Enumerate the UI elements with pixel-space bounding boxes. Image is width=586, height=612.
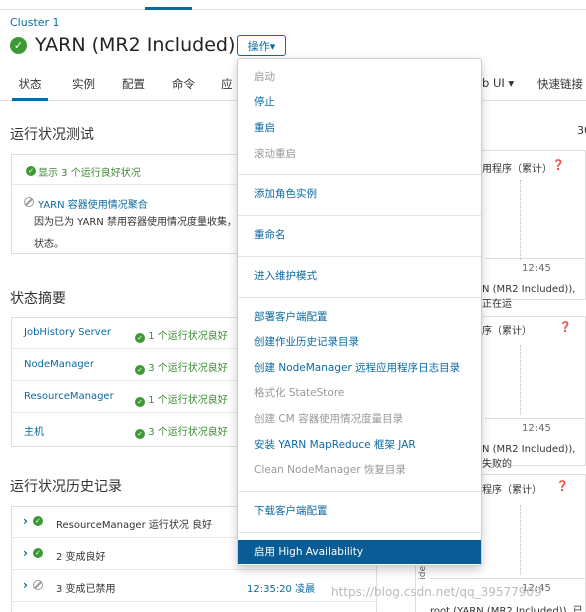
status-summary-heading: 状态摘要 [10, 291, 66, 307]
chart-gridline [520, 345, 521, 415]
check-icon: ✓ [26, 166, 36, 176]
menu-divider [238, 174, 481, 175]
top-nav-active-tab[interactable] [145, 0, 192, 10]
help-icon[interactable]: ❓ [556, 481, 568, 492]
check-icon: ✓ [135, 333, 145, 343]
history-text: 2 变成良好 [56, 552, 106, 563]
disabled-icon [33, 580, 43, 590]
history-row[interactable]: › 3 变成已禁用 12:35:20 凌晨 [11, 570, 377, 602]
actions-dropdown-menu: 启动 停止 重启 滚动重启 添加角色实例 重命名 进入维护模式 部署客户端配置 … [237, 58, 482, 566]
menu-divider [238, 532, 481, 533]
role-status-link[interactable]: ✓ 3 个运行状况良好 [135, 359, 228, 375]
good-health-icon: ✓ [10, 36, 27, 54]
role-status-link[interactable]: ✓ 3 个运行状况良好 [135, 423, 228, 439]
check-icon: ✓ [135, 365, 145, 375]
watermark: https://blog.csdn.net/qq_39577909 [331, 585, 542, 599]
time-range-label: 30 [577, 124, 586, 137]
role-status: 1 个运行状况良好 [148, 331, 228, 342]
chart-title: 程序（累计） [482, 485, 542, 496]
summary-row-hosts: 主机 ✓ 3 个运行状况良好 [11, 413, 237, 445]
check-icon: ✓ [33, 548, 43, 558]
service-title: ✓ YARN (MR2 Included) [10, 34, 235, 56]
menu-item-clean-nm-recovery: Clean NodeManager 恢复目录 [254, 464, 406, 476]
chart-gridline [520, 180, 521, 260]
role-link[interactable]: 主机 [24, 423, 44, 438]
menu-item-install-mr-jar[interactable]: 安装 YARN MapReduce 框架 JAR [238, 433, 481, 457]
disabled-description: 因为已为 YARN 禁用容器使用情况度量收集， [34, 217, 237, 228]
check-icon: ✓ [33, 516, 43, 526]
menu-item-enable-ha[interactable]: 启用 High Availability [238, 540, 481, 564]
chart-legend: N (MR2 Included)), 正在运 [482, 284, 576, 310]
disabled-description-end: 状态。 [34, 239, 64, 250]
container-usage-test-link[interactable]: YARN 容器使用情况聚合 [38, 196, 148, 211]
chart-time-tick: 12:45 [522, 423, 551, 434]
menu-divider [238, 297, 481, 298]
menu-item-restart[interactable]: 重启 [238, 116, 481, 140]
chart-axis [430, 578, 586, 579]
chart-y-label: ide [418, 566, 428, 580]
chart-legend: root (YARN (MR2 Included)), 已终 [430, 606, 583, 612]
tab-instances[interactable]: 实例 [72, 76, 95, 92]
chart-time-tick: 12:45 [522, 263, 551, 274]
menu-item-deploy-client-config[interactable]: 部署客户端配置 [238, 305, 481, 329]
menu-item-rename[interactable]: 重命名 [238, 223, 481, 247]
role-status: 3 个运行状况良好 [148, 427, 228, 438]
menu-item-start: 启动 [254, 71, 275, 83]
history-text: ResourceManager 运行状况 良好 [56, 520, 213, 531]
tab-status[interactable]: 状态 [12, 76, 48, 101]
menu-item-format-statestore: 格式化 StateStore [254, 387, 345, 399]
menu-item-stop[interactable]: 停止 [238, 90, 481, 114]
health-tests-heading: 运行状况测试 [10, 127, 94, 143]
role-status: 3 个运行状况良好 [148, 363, 228, 374]
summary-row-resourcemanager: ResourceManager ✓ 1 个运行状况良好 [11, 381, 237, 413]
summary-row-jobhistory: JobHistory Server ✓ 1 个运行状况良好 [11, 317, 237, 349]
check-icon: ✓ [135, 397, 145, 407]
menu-item-download-client-config[interactable]: 下载客户端配置 [238, 499, 481, 523]
role-link[interactable]: NodeManager [24, 359, 94, 370]
service-name: YARN (MR2 Included) [35, 34, 236, 56]
chart-axis [485, 418, 586, 419]
chevron-right-icon[interactable]: › [23, 514, 28, 528]
chevron-right-icon[interactable]: › [23, 578, 28, 592]
chart-axis [485, 258, 586, 259]
chevron-right-icon[interactable]: › [23, 546, 28, 560]
health-good-link[interactable]: 显示 3 个运行良好状况 [38, 164, 141, 179]
help-icon[interactable]: ❓ [559, 322, 571, 333]
actions-dropdown-button[interactable]: 操作▾ [237, 35, 286, 56]
tab-commands[interactable]: 命令 [172, 76, 195, 92]
tab-quick-links[interactable]: 快速链接 [537, 76, 583, 92]
menu-item-create-job-history-dir[interactable]: 创建作业历史记录目录 [238, 330, 481, 354]
summary-row-nodemanager: NodeManager ✓ 3 个运行状况良好 [11, 349, 237, 381]
help-icon[interactable]: ❓ [552, 160, 564, 171]
menu-item-add-role-instances[interactable]: 添加角色实例 [238, 182, 481, 206]
menu-item-rolling-restart: 滚动重启 [254, 148, 296, 160]
menu-item-create-nm-log-dir[interactable]: 创建 NodeManager 远程应用程序日志目录 [238, 356, 481, 380]
menu-item-create-cm-metrics-dir: 创建 CM 容器使用情况度量目录 [254, 413, 404, 425]
role-status-link[interactable]: ✓ 1 个运行状况良好 [135, 327, 228, 343]
menu-divider [238, 215, 481, 216]
role-status: 1 个运行状况良好 [148, 395, 228, 406]
chart-legend: N (MR2 Included)), 失败的 [482, 444, 576, 470]
history-timestamp[interactable]: 12:35:20 凌晨 [247, 580, 315, 595]
health-history-heading: 运行状况历史记录 [10, 479, 122, 495]
chart-title: 序（累计） [482, 326, 532, 337]
menu-divider [238, 256, 481, 257]
top-nav-bar [0, 0, 586, 10]
chart-gridline [520, 505, 521, 575]
cluster-breadcrumb[interactable]: Cluster 1 [10, 16, 60, 29]
role-link[interactable]: ResourceManager [24, 391, 114, 402]
check-icon: ✓ [135, 429, 145, 439]
tab-applications[interactable]: 应 [221, 76, 233, 92]
menu-item-enter-maintenance[interactable]: 进入维护模式 [238, 264, 481, 288]
menu-divider [238, 491, 481, 492]
chart-title: 用程序（累计） [482, 164, 552, 175]
role-link[interactable]: JobHistory Server [24, 327, 111, 338]
history-text: 3 变成已禁用 [56, 584, 116, 595]
tab-web-ui[interactable]: b UI ▾ [482, 76, 514, 90]
disabled-icon [24, 197, 34, 207]
health-good-row[interactable]: ✓ 显示 3 个运行良好状况 [12, 155, 238, 185]
health-tests-panel: ✓ 显示 3 个运行良好状况 YARN 容器使用情况聚合 因为已为 YARN 禁… [11, 154, 239, 254]
role-status-link[interactable]: ✓ 1 个运行状况良好 [135, 391, 228, 407]
tab-configuration[interactable]: 配置 [122, 76, 145, 92]
